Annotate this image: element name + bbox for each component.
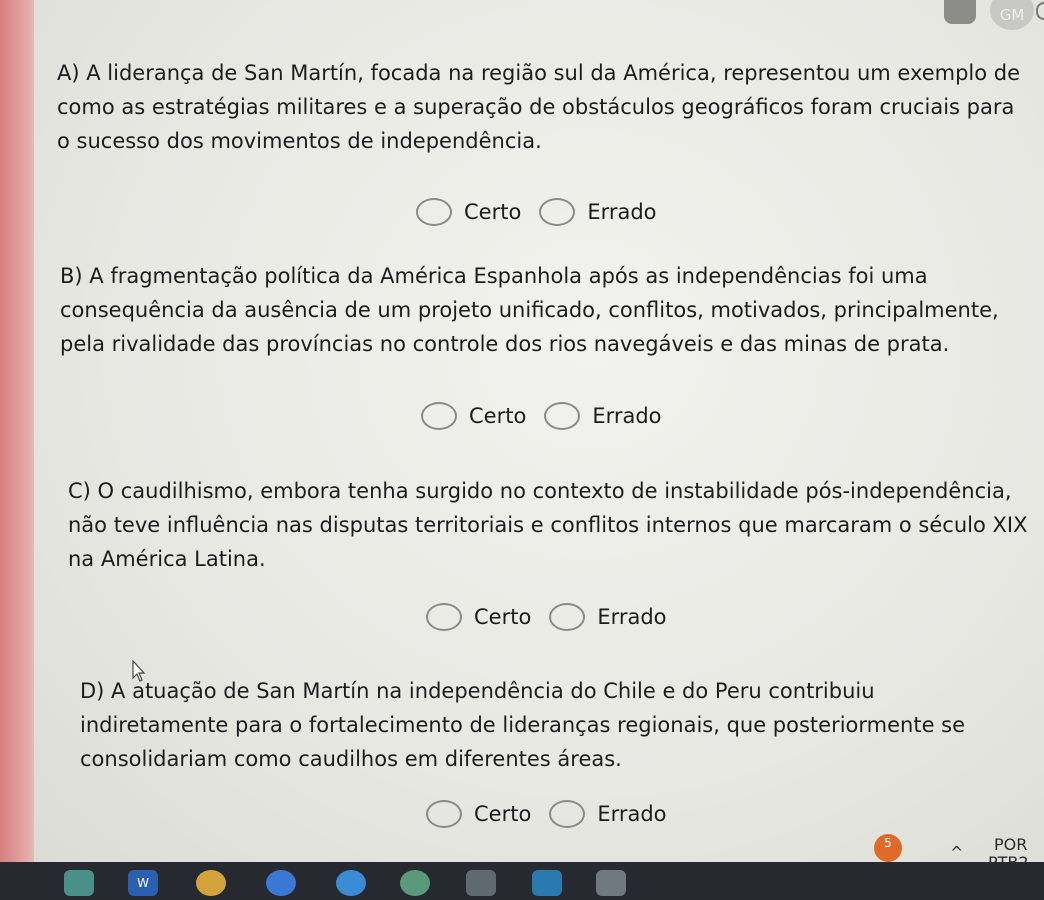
option-certo[interactable]: Certo: [421, 402, 526, 430]
avatar[interactable]: GM: [990, 0, 1034, 30]
answer-options: Certo Errado: [416, 198, 675, 226]
radio-button[interactable]: [544, 402, 581, 430]
question-text: C) O caudilhismo, embora tenha surgido n…: [68, 479, 1028, 571]
option-label: Errado: [597, 605, 667, 629]
answer-options: Certo Errado: [421, 402, 680, 430]
option-certo[interactable]: Certo: [426, 800, 531, 828]
chrome-icon[interactable]: [196, 870, 226, 896]
language-indicator-bottom[interactable]: PTB2: [988, 854, 1029, 872]
radio-button[interactable]: [549, 800, 586, 828]
option-certo[interactable]: Certo: [416, 198, 521, 226]
option-errado[interactable]: Errado: [544, 402, 662, 430]
menu-edge-icon: [1036, 2, 1044, 20]
chrome-icon[interactable]: [336, 870, 366, 896]
radio-button[interactable]: [421, 402, 457, 430]
radio-button[interactable]: [426, 603, 462, 631]
question-text: B) A fragmentação política da América Es…: [60, 264, 999, 356]
radio-button[interactable]: [549, 603, 586, 631]
option-label: Certo: [464, 200, 522, 224]
word-app-icon[interactable]: W: [128, 870, 158, 896]
screen-app-icon[interactable]: [596, 870, 626, 896]
notes-app-icon[interactable]: [64, 870, 94, 896]
option-errado[interactable]: Errado: [539, 198, 657, 226]
answer-options: Certo Errado: [426, 800, 685, 828]
radio-button[interactable]: [539, 198, 576, 226]
bell-icon[interactable]: [944, 0, 976, 24]
option-errado[interactable]: Errado: [549, 603, 667, 631]
language-indicator-top[interactable]: POR: [994, 836, 1027, 854]
top-right-toolbar: GM: [904, 0, 1044, 32]
answer-options: Certo Errado: [426, 603, 685, 631]
option-errado[interactable]: Errado: [549, 800, 667, 828]
radio-button[interactable]: [426, 800, 462, 828]
option-label: Certo: [474, 802, 532, 826]
taskbar: W ^: [0, 844, 1044, 900]
option-label: Certo: [469, 404, 527, 428]
chevron-up-icon[interactable]: ^: [950, 844, 963, 862]
notification-badge[interactable]: 5: [874, 834, 902, 862]
calculator-icon[interactable]: [466, 870, 496, 896]
option-label: Certo: [474, 605, 532, 629]
option-label: Errado: [587, 200, 657, 224]
chrome-icon[interactable]: [266, 870, 296, 896]
quiz-page: GM A) A liderança de San Martín, focada …: [34, 0, 1044, 862]
option-certo[interactable]: Certo: [426, 603, 531, 631]
option-label: Errado: [592, 404, 662, 428]
chart-app-icon[interactable]: [532, 870, 562, 896]
option-label: Errado: [597, 802, 667, 826]
radio-button[interactable]: [416, 198, 452, 226]
question-text: D) A atuação de San Martín na independên…: [80, 679, 966, 771]
question-text: A) A liderança de San Martín, focada na …: [57, 61, 1021, 153]
paint-icon[interactable]: [400, 870, 430, 896]
